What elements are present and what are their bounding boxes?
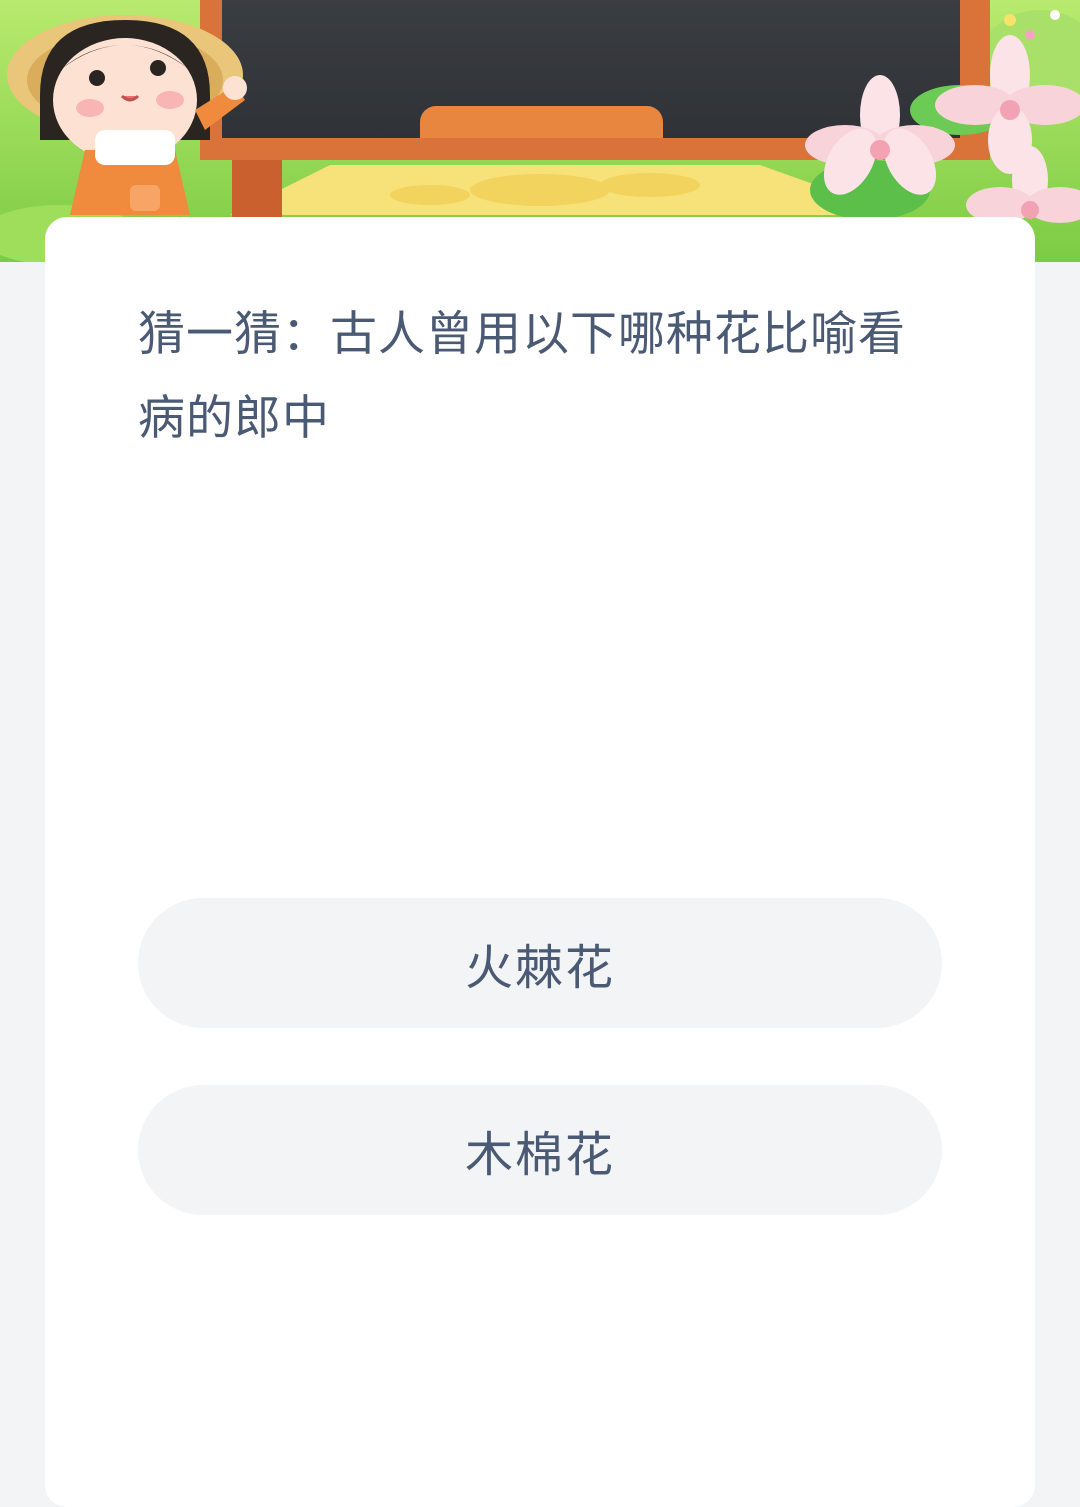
option-label-2: 木棉花 bbox=[464, 1127, 615, 1183]
question-text: 猜一猜：古人曾用以下哪种花比喻看病的郎中 bbox=[138, 307, 906, 446]
option-label-1: 火棘花 bbox=[464, 940, 615, 996]
option-button-1[interactable]: 火棘花 bbox=[138, 898, 942, 1028]
option-button-2[interactable]: 木棉花 bbox=[138, 1085, 942, 1215]
quiz-card: 猜一猜：古人曾用以下哪种花比喻看病的郎中 火棘花 木棉花 bbox=[45, 217, 1035, 1507]
